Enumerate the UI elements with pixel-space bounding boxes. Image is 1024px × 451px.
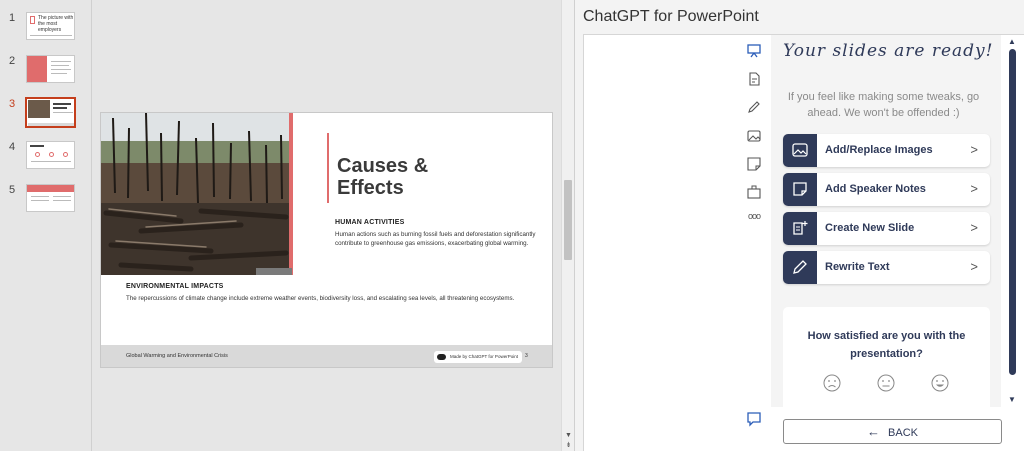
- editor-scrollbar[interactable]: ▼ ⇟: [561, 0, 574, 451]
- current-slide[interactable]: Causes & Effects HUMAN ACTIVITIES Human …: [100, 112, 553, 368]
- pane-content: ooo Your slides are ready! If you feel l…: [583, 34, 1024, 451]
- environmental-impacts-section[interactable]: ENVIRONMENTAL IMPACTS The repercussions …: [126, 283, 536, 303]
- thumbnail-text: The picture with the most employers: [38, 15, 74, 33]
- image-icon: [783, 134, 817, 167]
- create-new-slide-button[interactable]: Create New Slide >: [783, 212, 990, 245]
- scroll-down-icon[interactable]: ▼: [1008, 395, 1016, 404]
- add-document-icon[interactable]: [746, 71, 762, 87]
- slide-thumbnail-pane: 1 The picture with the most employers 2 …: [0, 0, 92, 451]
- addin-scrollbar[interactable]: ▲ ▼: [1001, 35, 1024, 407]
- editor-scroll-thumb[interactable]: [564, 180, 572, 260]
- slide-thumbnail-4[interactable]: [26, 141, 75, 169]
- chevron-right-icon: >: [970, 181, 978, 196]
- pane-title: ChatGPT for PowerPoint: [583, 8, 759, 25]
- briefcase-icon[interactable]: [746, 184, 762, 200]
- thumbnail-number: 5: [9, 184, 16, 196]
- slide-thumbnail-3[interactable]: [25, 97, 76, 128]
- note-icon[interactable]: [746, 156, 762, 172]
- scroll-next-icon[interactable]: ⇟: [564, 441, 573, 450]
- new-slide-icon: [783, 212, 817, 245]
- thumbnail-number: 3: [9, 98, 16, 110]
- back-button[interactable]: ← BACK: [783, 419, 1002, 444]
- section-body: Human actions such as burning fossil fue…: [335, 231, 536, 247]
- section-heading: ENVIRONMENTAL IMPACTS: [126, 283, 224, 290]
- add-replace-images-button[interactable]: Add/Replace Images >: [783, 134, 990, 167]
- chevron-right-icon: >: [970, 259, 978, 274]
- section-heading: HUMAN ACTIVITIES: [335, 219, 405, 226]
- addin-bottom-bar: ← BACK: [739, 407, 1024, 451]
- happy-face-icon[interactable]: [931, 374, 949, 392]
- scroll-down-icon[interactable]: ▼: [564, 431, 573, 440]
- chevron-right-icon: >: [970, 220, 978, 235]
- slide-editor: Causes & Effects HUMAN ACTIVITIES Human …: [92, 0, 561, 451]
- photo-accent-bar: [289, 113, 293, 275]
- thumbnail-row-3[interactable]: 3: [0, 97, 92, 132]
- intro-text: If you feel like making some tweaks, go …: [787, 91, 980, 119]
- human-activities-section[interactable]: HUMAN ACTIVITIES Human actions such as b…: [335, 219, 545, 248]
- action-label: Rewrite Text: [825, 261, 890, 273]
- slide-footer: Global Warming and Environmental Crisis …: [101, 345, 552, 367]
- thumbnail-row-2[interactable]: 2: [0, 55, 92, 89]
- section-body: The repercussions of climate change incl…: [126, 295, 515, 302]
- thumbnail-number: 1: [9, 12, 16, 24]
- action-label: Add Speaker Notes: [825, 183, 926, 195]
- slide-title[interactable]: Causes & Effects: [337, 155, 527, 199]
- thumbnail-row-4[interactable]: 4: [0, 141, 92, 175]
- made-by-badge: Made by ChatGPT for PowerPoint: [434, 351, 522, 363]
- presentation-icon[interactable]: [746, 43, 762, 59]
- slide-page-number: 3: [525, 353, 528, 359]
- addin-side-rail: ooo: [739, 35, 771, 451]
- ready-heading: Your slides are ready!: [783, 41, 994, 61]
- chatgpt-logo-icon: [437, 354, 446, 360]
- survey-question: How satisfied are you with the presentat…: [807, 330, 966, 360]
- thumbnail-number: 2: [9, 55, 16, 67]
- image-icon[interactable]: [746, 128, 762, 144]
- thumbnail-row-5[interactable]: 5: [0, 184, 92, 218]
- photo-shadow-block: [256, 268, 292, 275]
- add-speaker-notes-button[interactable]: Add Speaker Notes >: [783, 173, 990, 206]
- arrow-left-icon: ←: [867, 424, 881, 439]
- made-by-text: Made by ChatGPT for PowerPoint: [450, 354, 518, 359]
- slide-thumbnail-1[interactable]: The picture with the most employers: [26, 12, 75, 40]
- back-label: BACK: [888, 427, 918, 439]
- chat-icon[interactable]: [746, 411, 762, 427]
- chevron-right-icon: >: [970, 142, 978, 157]
- satisfaction-survey: How satisfied are you with the presentat…: [783, 307, 990, 407]
- thumbnail-number: 4: [9, 141, 16, 153]
- sad-face-icon[interactable]: [823, 374, 841, 392]
- chatgpt-addin-pane: ChatGPT for PowerPoint ooo Your slides a…: [574, 0, 1024, 451]
- pencil-icon: [783, 251, 817, 284]
- thumbnail-row-1[interactable]: 1 The picture with the most employers: [0, 12, 92, 46]
- scroll-up-icon[interactable]: ▲: [1008, 37, 1016, 46]
- action-label: Add/Replace Images: [825, 144, 933, 156]
- title-accent-line: [327, 133, 329, 203]
- addin-scroll-thumb[interactable]: [1009, 49, 1016, 375]
- neutral-face-icon[interactable]: [877, 374, 895, 392]
- action-label: Create New Slide: [825, 222, 915, 234]
- deforestation-photo[interactable]: [101, 113, 291, 275]
- rewrite-text-button[interactable]: Rewrite Text >: [783, 251, 990, 284]
- more-options-icon[interactable]: ooo: [746, 211, 762, 227]
- powerpoint-window: 1 The picture with the most employers 2 …: [0, 0, 1024, 451]
- note-icon: [783, 173, 817, 206]
- slide-thumbnail-2[interactable]: [26, 55, 75, 83]
- footer-text: Global Warming and Environmental Crisis: [126, 353, 228, 359]
- slide-thumbnail-5[interactable]: [26, 184, 75, 212]
- pencil-icon[interactable]: [746, 99, 762, 115]
- addin-main-content: Your slides are ready! If you feel like …: [771, 35, 1001, 407]
